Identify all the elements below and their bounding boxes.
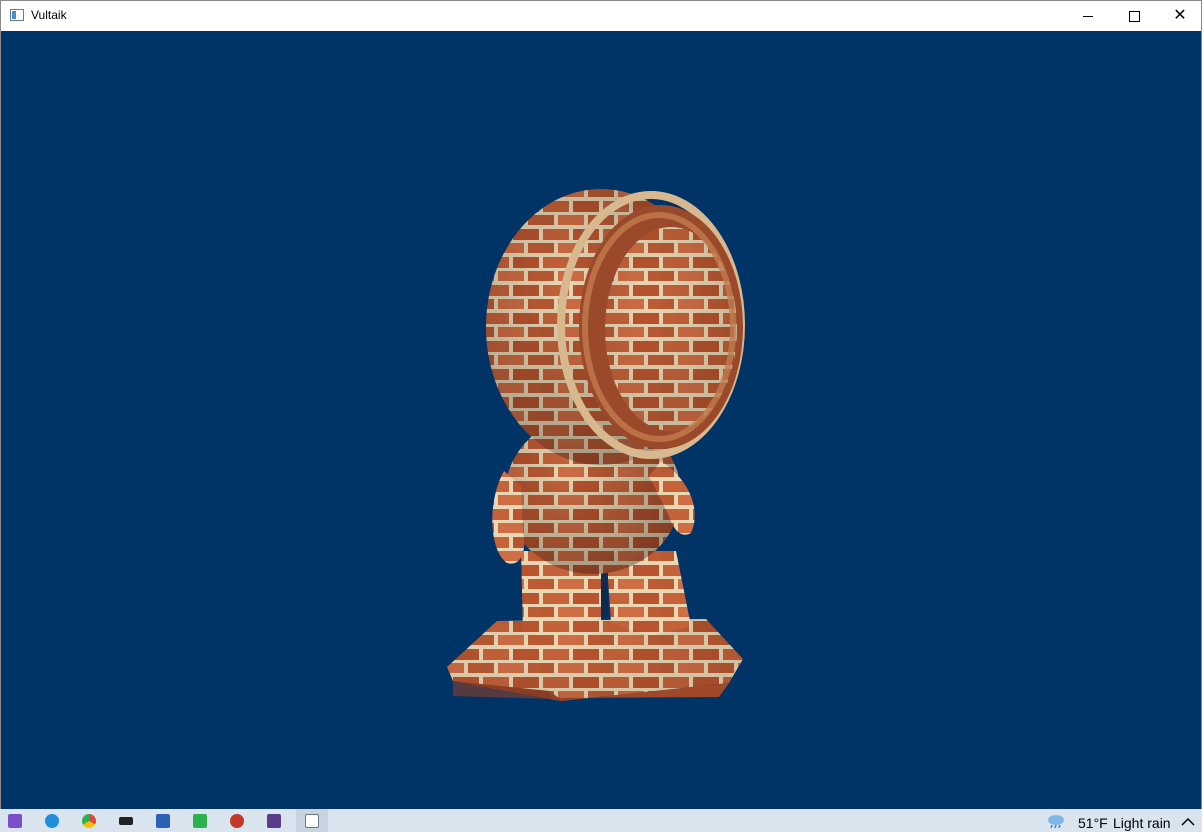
app-blue-icon[interactable] [152, 811, 174, 831]
visual-studio-icon[interactable] [4, 811, 26, 831]
weather-temperature[interactable]: 51°F [1078, 815, 1108, 831]
app-window-icon[interactable] [10, 9, 24, 21]
minimize-icon [1083, 15, 1093, 17]
render-viewport[interactable] [1, 31, 1201, 809]
weather-description[interactable]: Light rain [1113, 815, 1171, 831]
rain-cloud-icon[interactable] [1046, 814, 1066, 828]
app-cn-icon[interactable] [263, 811, 285, 831]
brick-material-figure [447, 189, 745, 701]
window-title: Vultaik [31, 8, 67, 22]
app-green-icon[interactable] [189, 811, 211, 831]
app-bug-icon[interactable] [226, 811, 248, 831]
maximize-button[interactable] [1111, 1, 1157, 31]
taskbar: 51°F Light rain [0, 809, 1202, 832]
close-icon: ✕ [1173, 7, 1187, 24]
maximize-icon [1128, 10, 1140, 22]
minimize-button[interactable] [1065, 1, 1111, 31]
terminal-icon[interactable] [115, 811, 137, 831]
close-button[interactable]: ✕ [1157, 1, 1202, 31]
chevron-up-icon[interactable] [1180, 816, 1196, 828]
head-sphere [486, 189, 745, 465]
edge-icon[interactable] [41, 811, 63, 831]
title-bar[interactable]: Vultaik ✕ [1, 1, 1201, 31]
vultaik-taskbar-icon[interactable] [296, 809, 328, 832]
app-window: Vultaik ✕ [0, 0, 1202, 809]
chrome-icon[interactable] [78, 811, 100, 831]
